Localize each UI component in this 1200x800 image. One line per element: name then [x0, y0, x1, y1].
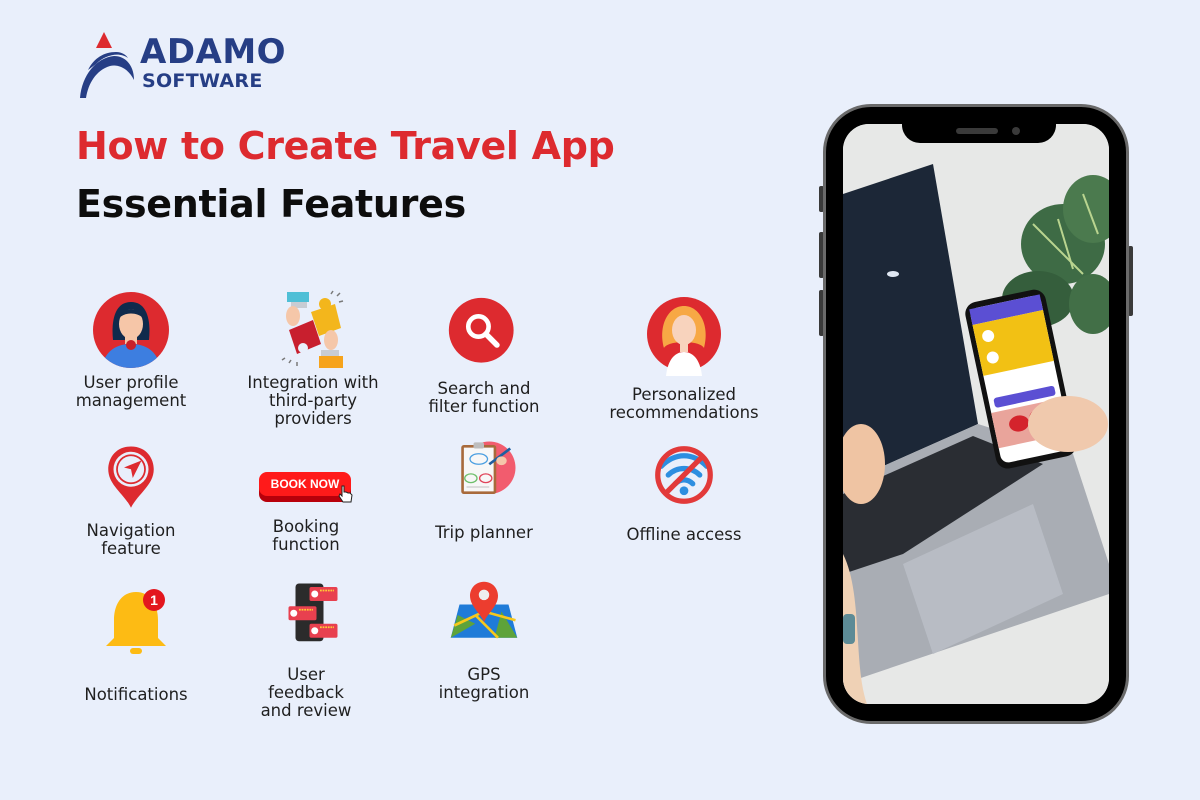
cursor-hand-icon	[338, 485, 353, 503]
bell-notification-icon: 1	[106, 589, 166, 654]
no-wifi-icon	[655, 446, 713, 504]
feature-label: Notifications	[84, 685, 188, 704]
personalized-avatar-icon	[647, 297, 721, 376]
feature-personalized-recommendations: Personalized recommendations	[599, 296, 769, 422]
feature-label: Booking function	[272, 517, 340, 554]
page-title: How to Create Travel App	[76, 124, 615, 168]
adamo-logo-mark-icon	[80, 32, 134, 98]
page-subtitle: Essential Features	[76, 182, 466, 226]
book-now-button-icon: BOOK NOW	[251, 470, 361, 510]
feature-label: Personalized recommendations	[609, 385, 759, 422]
search-icon	[448, 297, 514, 363]
feature-label: Search and filter function	[428, 379, 540, 416]
feature-trip-planner: Trip planner	[399, 438, 569, 542]
gps-map-icon	[450, 581, 518, 639]
feature-integration: Integration with third-party providers	[228, 290, 398, 428]
notification-badge: 1	[150, 592, 158, 608]
brand-logo: ADAMO SOFTWARE	[74, 30, 314, 102]
puzzle-integration-icon	[281, 290, 344, 368]
watch-band	[843, 614, 855, 644]
feature-user-profile: User profile management	[46, 290, 216, 410]
phone-speaker	[956, 128, 998, 134]
feature-label: Offline access	[626, 525, 742, 544]
phone-camera	[1012, 127, 1020, 135]
feature-label: Integration with third-party providers	[247, 373, 379, 428]
brand-name-line1: ADAMO	[140, 32, 287, 72]
feature-user-feedback: User feedback and review	[221, 580, 391, 720]
feature-label: Trip planner	[435, 523, 533, 542]
feature-navigation: Navigation feature	[46, 440, 216, 558]
navigation-pin-icon	[108, 446, 154, 508]
feature-label: User feedback and review	[260, 665, 352, 720]
user-profile-icon	[93, 292, 169, 368]
trip-planner-clipboard-icon	[461, 441, 516, 494]
right-hand	[1028, 396, 1108, 452]
feature-offline-access: Offline access	[599, 440, 769, 544]
feature-booking: BOOK NOW Booking function	[221, 470, 391, 554]
feature-label: Navigation feature	[86, 521, 176, 558]
feature-search-filter: Search and filter function	[399, 296, 569, 416]
feature-label: User profile management	[75, 373, 187, 410]
phone-screen-photo	[843, 124, 1109, 704]
feature-gps-integration: GPS integration	[399, 580, 569, 702]
brand-name-line2: SOFTWARE	[142, 70, 263, 92]
feedback-review-icon	[288, 583, 338, 642]
feature-notifications: 1 Notifications	[51, 586, 221, 704]
workspace-photo	[843, 124, 1109, 704]
feature-label: GPS integration	[438, 665, 530, 702]
phone-notch	[902, 121, 1056, 143]
phone-mockup	[823, 104, 1129, 724]
